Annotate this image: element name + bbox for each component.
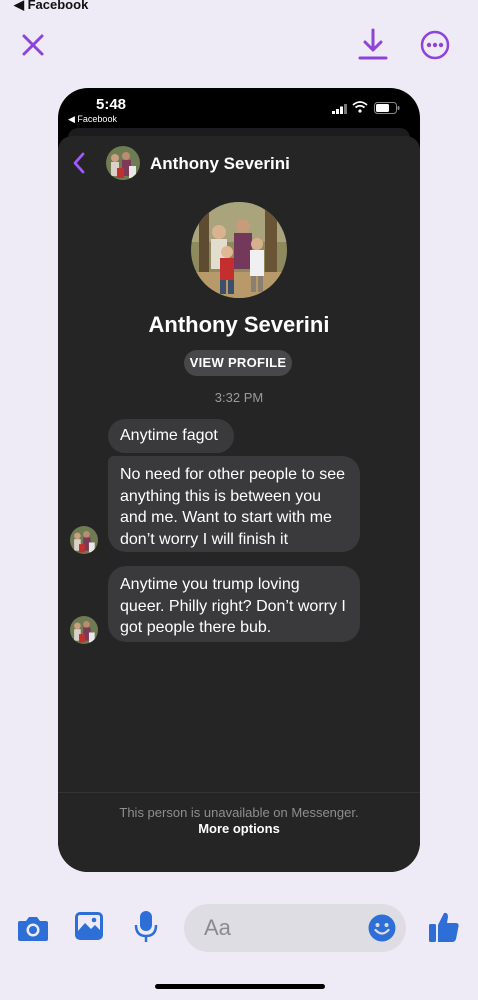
avatar [106,146,140,180]
close-button[interactable] [20,32,46,58]
more-options-button[interactable] [420,30,450,60]
like-button[interactable] [428,910,460,949]
more-options-icon [420,30,450,60]
view-profile-button[interactable]: VIEW PROFILE [184,350,292,376]
unavailable-notice: This person is unavailable on Messenger. [119,805,359,820]
camera-button[interactable] [17,914,49,947]
phone-time: 5:48 [96,96,127,113]
avatar [70,526,98,554]
close-icon [22,34,44,56]
message-input-placeholder: Aa [204,915,231,940]
voice-button[interactable] [134,910,158,949]
wifi-icon [352,101,368,113]
download-icon [358,28,388,60]
conversation-title: Anthony Severini [150,154,290,173]
screenshot-preview: 5:48 ◀ Facebook Anthony Severini Anthony… [58,88,420,872]
unavailable-footer: This person is unavailable on Messenger.… [58,792,420,872]
chevron-left-icon [73,152,85,174]
more-options-link[interactable]: More options [58,821,420,836]
status-back-link[interactable]: ◀ Facebook [14,0,88,13]
microphone-icon [134,911,158,942]
home-indicator [155,984,325,989]
avatar [70,616,98,644]
profile-photo [191,202,287,298]
profile-name: Anthony Severini [148,312,330,337]
battery-icon [374,102,400,114]
message-bubble: Anytime fagot [108,419,234,453]
message-timestamp: 3:32 PM [214,390,264,405]
download-button[interactable] [358,28,388,62]
emoji-icon[interactable] [368,914,396,942]
message-bubble: Anytime you trump loving queer. Philly r… [108,566,360,642]
phone-back-link: ◀ Facebook [68,114,117,124]
camera-icon [18,917,48,941]
message-bubble: No need for other people to see anything… [108,456,360,552]
gallery-button[interactable] [74,911,104,946]
messenger-sheet: Anthony Severini Anthony Severini VIEW P… [58,136,420,872]
message-input[interactable]: Aa [184,904,406,952]
signal-icon [332,104,347,114]
thumbs-up-icon [429,912,459,942]
image-icon [75,912,103,940]
